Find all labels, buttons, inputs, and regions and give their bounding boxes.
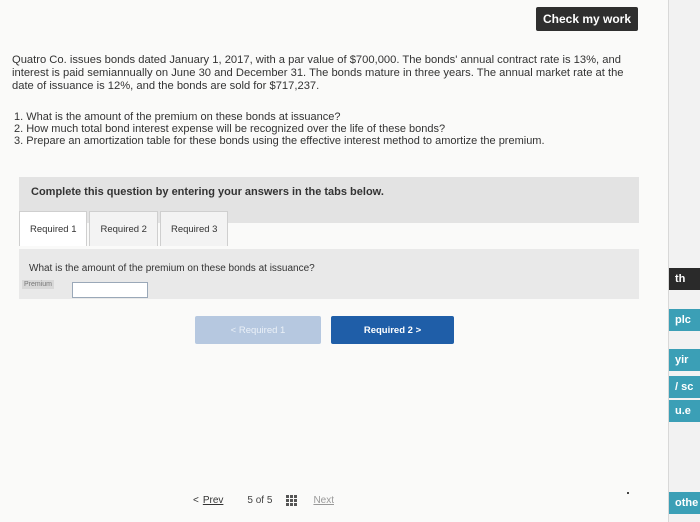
side-chip: yir	[669, 349, 700, 371]
question-item: 2. How much total bond interest expense …	[14, 123, 446, 135]
pager-prev-link[interactable]: < Prev	[193, 495, 223, 506]
question-pager: < Prev 5 of 5 Next	[193, 493, 393, 507]
instruction-text: Complete this question by entering your …	[31, 186, 384, 198]
premium-label: Premium	[22, 280, 55, 289]
required-tabs: Required 1 Required 2 Required 3	[19, 211, 230, 249]
pager-next-link[interactable]: Next	[313, 495, 334, 506]
prev-required-button[interactable]: < Required 1	[195, 316, 321, 344]
panel-question: What is the amount of the premium on the…	[29, 263, 315, 274]
tab-required-2[interactable]: Required 2	[89, 211, 158, 246]
side-chip: othe	[669, 492, 700, 514]
pager-prev-label: Prev	[202, 494, 224, 506]
question-item: 3. Prepare an amortization table for the…	[14, 135, 545, 147]
tab-required-3[interactable]: Required 3	[159, 211, 229, 246]
chevron-left-icon: <	[193, 494, 199, 506]
answer-panel: What is the amount of the premium on the…	[19, 249, 639, 299]
side-chip: u.e	[669, 400, 700, 422]
problem-statement: Quatro Co. issues bonds dated January 1,…	[12, 54, 624, 92]
homework-page: Check my work Quatro Co. issues bonds da…	[0, 0, 669, 522]
check-my-work-button[interactable]: Check my work	[536, 7, 638, 31]
side-chip: plc	[669, 309, 700, 331]
next-required-button[interactable]: Required 2 >	[331, 316, 454, 344]
side-chip: th	[669, 268, 700, 290]
question-item: 1. What is the amount of the premium on …	[14, 111, 341, 123]
side-chip: / sc	[669, 376, 700, 398]
grid-icon[interactable]	[286, 494, 298, 506]
tab-required-1[interactable]: Required 1	[19, 211, 88, 246]
premium-input[interactable]	[72, 282, 148, 298]
decorative-dot	[627, 492, 629, 494]
pager-count: 5 of 5	[247, 494, 273, 506]
question-list: 1. What is the amount of the premium on …	[14, 111, 642, 147]
background-window-strip: th plc yir / sc u.e othe	[669, 0, 700, 522]
